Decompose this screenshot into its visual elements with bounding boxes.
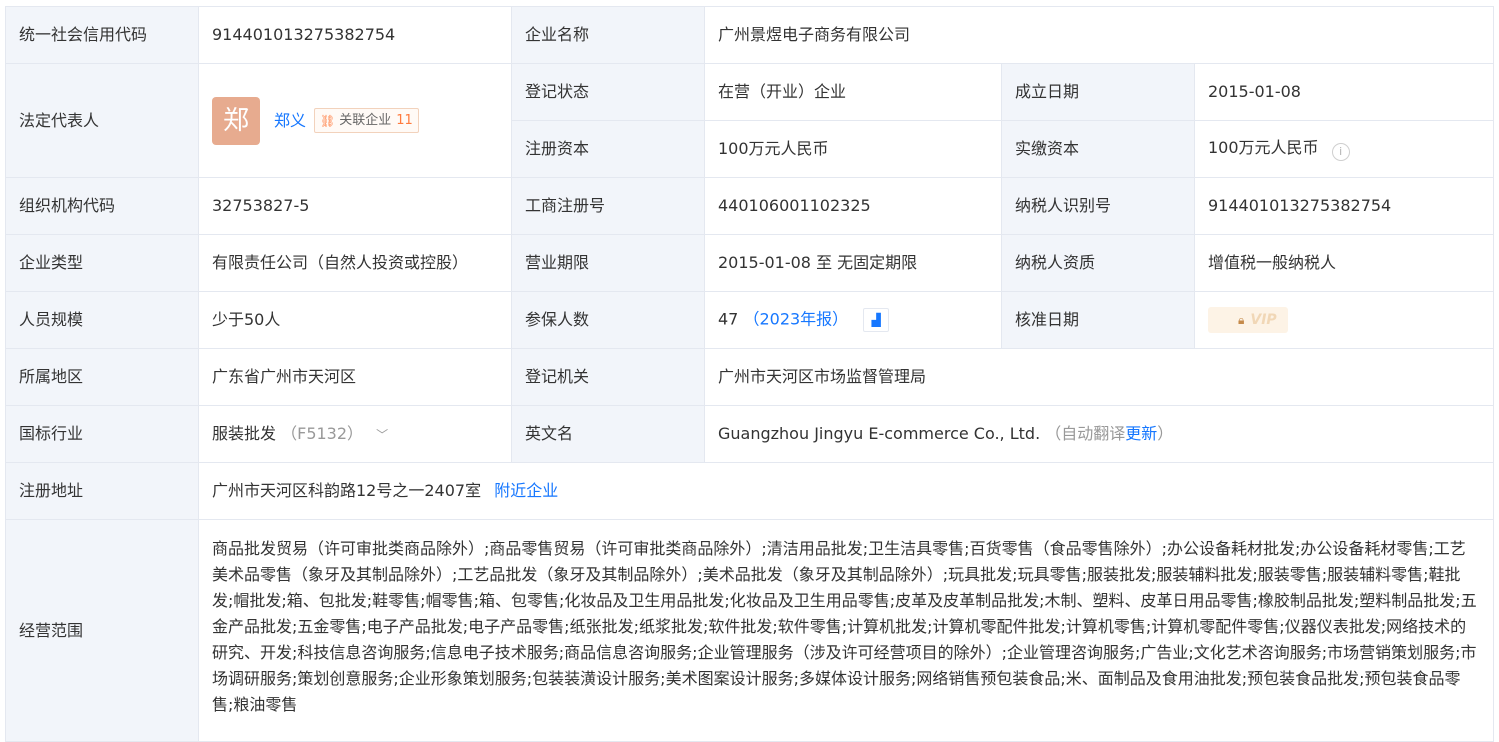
- biz-term-value: 2015-01-08 至 无固定期限: [704, 234, 1002, 292]
- row-staff: 人员规模 少于50人 参保人数 47 （2023年报） ▟ 核准日期 🔒︎ VI…: [5, 291, 1495, 349]
- region-value: 广东省广州市天河区: [198, 348, 512, 406]
- company-name-label: 企业名称: [511, 6, 705, 64]
- credit-code-label: 统一社会信用代码: [5, 6, 199, 64]
- lock-icon: 🔒︎: [1238, 313, 1245, 327]
- staff-size-label: 人员规模: [5, 291, 199, 349]
- legal-rep-label: 法定代表人: [5, 63, 199, 178]
- org-code-label: 组织机构代码: [5, 177, 199, 235]
- nearby-companies-link[interactable]: 附近企业: [494, 481, 558, 500]
- annual-report-link[interactable]: （2023年报）: [743, 310, 848, 329]
- found-date-label: 成立日期: [1001, 63, 1195, 121]
- company-info-table: 统一社会信用代码 914401013275382754 企业名称 广州景煜电子商…: [5, 6, 1495, 742]
- insured-cell: 47 （2023年报） ▟: [704, 291, 1002, 349]
- reg-authority-value: 广州市天河区市场监督管理局: [703, 348, 1495, 406]
- biz-reg-no-value: 440106001102325: [704, 177, 1002, 235]
- chevron-down-icon[interactable]: ﹀: [376, 428, 388, 442]
- biz-scope-value: 商品批发贸易（许可审批类商品除外）;商品零售贸易（许可审批类商品除外）;清洁用品…: [197, 519, 1495, 742]
- info-circle-icon[interactable]: i: [1331, 143, 1350, 161]
- english-name-label: 英文名: [511, 405, 705, 463]
- reg-address-value: 广州市天河区科韵路12号之一2407室: [212, 481, 482, 500]
- english-name-cell: Guangzhou Jingyu E-commerce Co., Ltd. （自…: [703, 405, 1495, 463]
- biz-scope-label: 经营范围: [5, 519, 199, 742]
- taxpayer-id-label: 纳税人识别号: [1001, 177, 1195, 235]
- industry-code: （F5132）: [281, 423, 364, 443]
- legal-rep-cell: 郑 郑义 ⛓ 关联企业 11: [198, 63, 512, 178]
- paid-capital-label: 实缴资本: [1001, 120, 1195, 178]
- row-reg-status: 法定代表人 郑 郑义 ⛓ 关联企业 11 登记状态 在营（开业）企业 成立日期 …: [5, 63, 1495, 178]
- row-credit-code: 统一社会信用代码 914401013275382754 企业名称 广州景煜电子商…: [5, 6, 1495, 64]
- approve-date-label: 核准日期: [1001, 291, 1195, 349]
- biz-reg-no-label: 工商注册号: [511, 177, 705, 235]
- found-date-value: 2015-01-08: [1193, 63, 1495, 121]
- industry-label: 国标行业: [5, 405, 199, 463]
- org-code-value: 32753827-5: [198, 177, 512, 235]
- row-company-type: 企业类型 有限责任公司（自然人投资或控股） 营业期限 2015-01-08 至 …: [5, 234, 1495, 292]
- industry-name: 服装批发: [212, 423, 277, 443]
- reg-capital-label: 注册资本: [511, 120, 705, 178]
- reg-status-label: 登记状态: [511, 63, 705, 121]
- related-companies-count: 11: [396, 112, 413, 128]
- reg-address-label: 注册地址: [5, 462, 199, 520]
- vip-badge-text: VIP: [1250, 312, 1277, 328]
- taxpayer-qual-value: 增值税一般纳税人: [1193, 234, 1495, 292]
- credit-code-value: 914401013275382754: [198, 6, 512, 64]
- avatar[interactable]: 郑: [212, 96, 260, 145]
- reg-status-value: 在营（开业）企业: [704, 63, 1002, 121]
- staff-size-value: 少于50人: [198, 291, 512, 349]
- taxpayer-id-value: 914401013275382754: [1193, 177, 1495, 235]
- insured-label: 参保人数: [511, 291, 705, 349]
- row-org-code: 组织机构代码 32753827-5 工商注册号 440106001102325 …: [5, 177, 1495, 235]
- row-biz-scope: 经营范围 商品批发贸易（许可审批类商品除外）;商品零售贸易（许可审批类商品除外）…: [5, 519, 1495, 742]
- related-network-icon: ⛓: [320, 113, 336, 128]
- paid-capital-value: 100万元人民币: [1208, 138, 1319, 157]
- company-name-value: 广州景煜电子商务有限公司: [703, 6, 1495, 64]
- trend-chart-icon[interactable]: ▟: [863, 308, 890, 332]
- reg-capital-value: 100万元人民币: [704, 120, 1002, 178]
- company-type-label: 企业类型: [5, 234, 199, 292]
- auto-translate-note: （自动翻译: [1045, 424, 1126, 443]
- paid-capital-cell: 100万元人民币 i: [1193, 120, 1495, 178]
- region-label: 所属地区: [5, 348, 199, 406]
- related-companies-label: 关联企业: [339, 112, 392, 128]
- reg-authority-label: 登记机关: [511, 348, 705, 406]
- industry-cell[interactable]: 服装批发 （F5132） ﹀: [198, 405, 512, 463]
- approve-date-cell: 🔒︎ VIP: [1193, 291, 1495, 349]
- legal-rep-name-link[interactable]: 郑义: [274, 110, 306, 132]
- company-type-value: 有限责任公司（自然人投资或控股）: [198, 234, 512, 292]
- row-region: 所属地区 广东省广州市天河区 登记机关 广州市天河区市场监督管理局: [5, 348, 1495, 406]
- auto-translate-note-end: ）: [1157, 424, 1174, 443]
- biz-term-label: 营业期限: [511, 234, 705, 292]
- row-industry: 国标行业 服装批发 （F5132） ﹀ 英文名 Guangzhou Jingyu…: [5, 405, 1495, 463]
- english-name-value: Guangzhou Jingyu E-commerce Co., Ltd.: [718, 424, 1041, 443]
- insured-count: 47: [718, 309, 739, 329]
- vip-locked-badge[interactable]: 🔒︎ VIP: [1208, 307, 1288, 333]
- related-companies-badge[interactable]: ⛓ 关联企业 11: [314, 108, 419, 133]
- update-translation-link[interactable]: 更新: [1125, 424, 1157, 443]
- reg-address-cell: 广州市天河区科韵路12号之一2407室 附近企业: [197, 462, 1495, 520]
- taxpayer-qual-label: 纳税人资质: [1001, 234, 1195, 292]
- row-address: 注册地址 广州市天河区科韵路12号之一2407室 附近企业: [5, 462, 1495, 520]
